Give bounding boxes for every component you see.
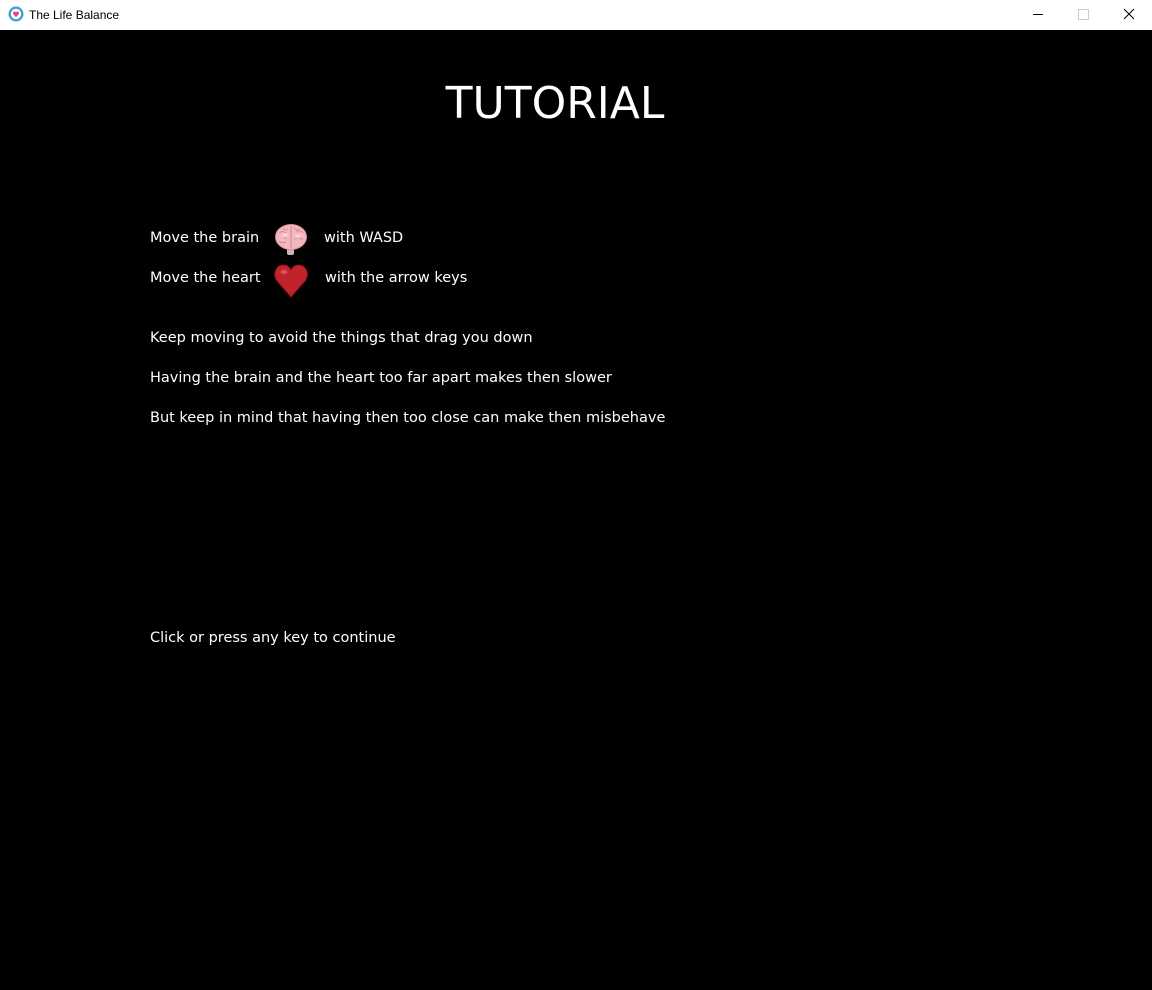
heart-icon [274, 264, 308, 298]
tutorial-heading: TUTORIAL [445, 78, 665, 129]
continue-prompt: Click or press any key to continue [150, 630, 396, 646]
minimize-icon [1033, 14, 1043, 15]
brain-instruction-suffix: with WASD [324, 230, 404, 246]
brain-icon [275, 224, 307, 255]
window-title: The Life Balance [29, 8, 120, 22]
tip-line: But keep in mind that having then too cl… [150, 410, 666, 426]
title-bar[interactable]: The Life Balance [0, 0, 1152, 30]
heart-instruction-suffix: with the arrow keys [325, 270, 468, 286]
brain-instruction-prefix: Move the brain [150, 230, 260, 246]
tip-line: Keep moving to avoid the things that dra… [150, 330, 533, 346]
tip-line: Having the brain and the heart too far a… [150, 370, 612, 386]
minimize-button[interactable] [1015, 0, 1061, 30]
close-button[interactable] [1106, 0, 1152, 30]
heart-instruction-prefix: Move the heart [150, 270, 261, 286]
close-icon [1123, 8, 1135, 20]
maximize-icon [1078, 9, 1089, 20]
game-window: The Life Balance TUTORIAL Move the brain [0, 0, 1152, 990]
tutorial-screen[interactable]: TUTORIAL Move the brain with WASD Move t… [0, 30, 1152, 990]
maximize-button[interactable] [1060, 0, 1106, 30]
heart-circle-icon [8, 6, 24, 22]
